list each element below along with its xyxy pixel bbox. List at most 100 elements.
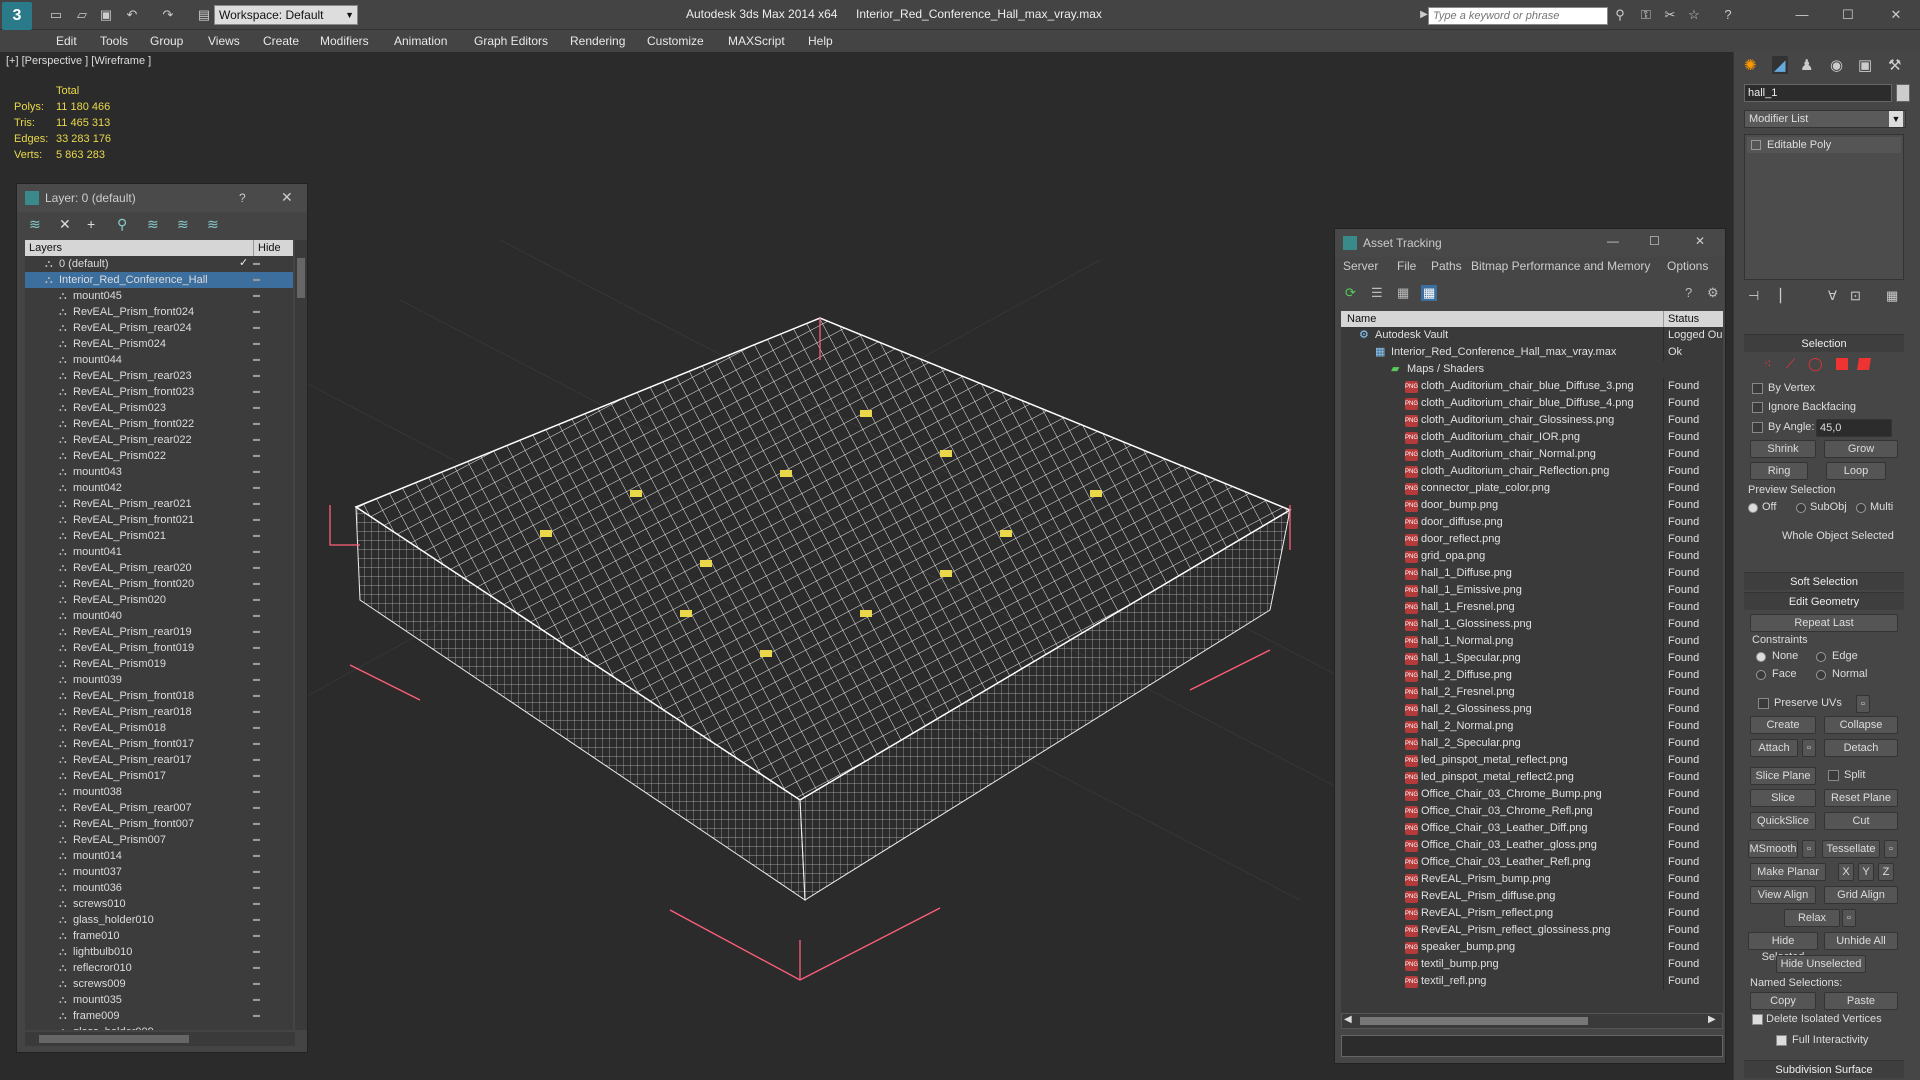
key-icon[interactable]: ⚿	[1638, 7, 1654, 23]
hide-toggle[interactable]: ▬	[253, 976, 260, 992]
subdivision-surface-rollout-header[interactable]: Subdivision Surface	[1744, 1060, 1904, 1078]
hide-toggle[interactable]: ▬	[253, 912, 260, 928]
layer-item[interactable]: ⛬ mount041 ▬	[25, 544, 293, 560]
preview-subobj-radio[interactable]	[1796, 503, 1806, 513]
utilities-tab-icon[interactable]: ⚒	[1888, 56, 1901, 74]
msmooth-button[interactable]: MSmooth	[1748, 840, 1798, 858]
hide-toggle[interactable]: ▬	[253, 352, 260, 368]
element-mode-icon[interactable]	[1856, 358, 1872, 370]
asset-row[interactable]: PNG door_diffuse.png Found	[1341, 514, 1723, 531]
detach-button[interactable]: Detach	[1824, 739, 1898, 757]
binoculars-icon[interactable]: ⚲	[1612, 7, 1628, 23]
layer-item[interactable]: ⛬ RevEAL_Prism_front020 ▬	[25, 576, 293, 592]
hide-toggle[interactable]: ▬	[253, 432, 260, 448]
layer-item[interactable]: ⛬ lightbulb010 ▬	[25, 944, 293, 960]
paste-button[interactable]: Paste	[1824, 992, 1898, 1010]
hide-toggle[interactable]: ▬	[253, 544, 260, 560]
layer-item[interactable]: ⛬ RevEAL_Prism_front018 ▬	[25, 688, 293, 704]
asset-row[interactable]: PNG grid_opa.png Found	[1341, 548, 1723, 565]
display-tab-icon[interactable]: ▣	[1858, 56, 1872, 74]
highlight-layer-icon[interactable]: ≋	[147, 216, 159, 233]
hide-toggle[interactable]: ▬	[253, 592, 260, 608]
modifier-stack-item[interactable]: Editable Poly	[1747, 137, 1901, 153]
asset-row[interactable]: PNG Office_Chair_03_Leather_Diff.png Found	[1341, 820, 1723, 837]
layer-item[interactable]: ⛬ RevEAL_Prism022 ▬	[25, 448, 293, 464]
hide-toggle[interactable]: ▬	[253, 752, 260, 768]
constraint-face-radio[interactable]	[1756, 670, 1766, 680]
minimize-icon[interactable]: —	[1794, 7, 1810, 23]
layer-item[interactable]: ⛬ RevEAL_Prism019 ▬	[25, 656, 293, 672]
slice-plane-button[interactable]: Slice Plane	[1750, 767, 1816, 785]
menu-group[interactable]: Group	[150, 34, 183, 48]
layer-item[interactable]: ⛬ RevEAL_Prism020 ▬	[25, 592, 293, 608]
layer-item[interactable]: ⛬ RevEAL_Prism_front023 ▬	[25, 384, 293, 400]
col-layers[interactable]: Layers	[29, 240, 62, 256]
col-name[interactable]: Name	[1347, 311, 1376, 327]
refresh-icon[interactable]: ⟳	[1345, 285, 1356, 301]
layer-item[interactable]: ⛬ mount039 ▬	[25, 672, 293, 688]
hide-toggle[interactable]: ▬	[253, 288, 260, 304]
scroll-left-icon[interactable]: ◀	[1344, 1014, 1352, 1025]
make-unique-icon[interactable]: ∀	[1828, 288, 1837, 304]
layer-item[interactable]: ⛬ screws009 ▬	[25, 976, 293, 992]
hide-toggle[interactable]: ▬	[253, 960, 260, 976]
motion-tab-icon[interactable]: ◉	[1830, 56, 1843, 74]
planar-z-button[interactable]: Z	[1878, 863, 1894, 881]
layer-close-icon[interactable]: ✕	[281, 189, 293, 206]
new-file-icon[interactable]: ▭	[48, 7, 64, 23]
layer-item[interactable]: ⛬ RevEAL_Prism018 ▬	[25, 720, 293, 736]
quickslice-button[interactable]: QuickSlice	[1750, 812, 1816, 830]
hide-toggle[interactable]: ▬	[253, 768, 260, 784]
unhide-all-button[interactable]: Unhide All	[1824, 932, 1898, 950]
pin-stack-icon[interactable]: ⊣	[1748, 288, 1759, 304]
hide-toggle[interactable]: ▬	[253, 864, 260, 880]
asset-minimize-icon[interactable]: —	[1607, 234, 1619, 248]
layer-item[interactable]: ⛬ RevEAL_Prism_front024 ▬	[25, 304, 293, 320]
col-hide[interactable]: Hide	[253, 240, 281, 256]
layer-row-active[interactable]: ⛬ Interior_Red_Conference_Hall ▬	[25, 272, 293, 288]
asset-hscroll-thumb[interactable]	[1360, 1017, 1588, 1025]
layer-item[interactable]: ⛬ RevEAL_Prism017 ▬	[25, 768, 293, 784]
asset-row[interactable]: PNG hall_2_Diffuse.png Found	[1341, 667, 1723, 684]
planar-y-button[interactable]: Y	[1858, 863, 1874, 881]
asset-row-vault[interactable]: ⚙ Autodesk Vault Logged Ou	[1341, 327, 1723, 344]
asset-row[interactable]: PNG speaker_bump.png Found	[1341, 939, 1723, 956]
polygon-mode-icon[interactable]	[1836, 358, 1848, 370]
hide-toggle[interactable]: ▬	[253, 1008, 260, 1024]
layer-vscroll-thumb[interactable]	[297, 258, 305, 298]
asset-row[interactable]: PNG textil_bump.png Found	[1341, 956, 1723, 973]
asset-path-field[interactable]	[1341, 1035, 1723, 1057]
hide-toggle[interactable]: ▬	[253, 368, 260, 384]
asset-close-icon[interactable]: ✕	[1695, 234, 1705, 248]
cut-button[interactable]: Cut	[1824, 812, 1898, 830]
object-color-swatch[interactable]	[1896, 84, 1910, 102]
selection-rollout-header[interactable]: Selection	[1744, 334, 1904, 352]
asset-row[interactable]: PNG door_reflect.png Found	[1341, 531, 1723, 548]
table-view-icon[interactable]: ▦	[1421, 285, 1438, 301]
hide-toggle[interactable]: ▬	[253, 320, 260, 336]
layer-item[interactable]: ⛬ mount038 ▬	[25, 784, 293, 800]
hide-toggle[interactable]: ▬	[253, 464, 260, 480]
open-file-icon[interactable]: ▱	[74, 7, 90, 23]
undo-icon[interactable]: ↶	[124, 7, 140, 23]
list-view-icon[interactable]: ☰	[1371, 285, 1383, 301]
hide-toggle[interactable]: ▬	[253, 1024, 260, 1030]
angle-spinner[interactable]: 45,0	[1816, 419, 1892, 437]
hide-toggle[interactable]: ▬	[253, 608, 260, 624]
layer-item[interactable]: ⛬ RevEAL_Prism_front017 ▬	[25, 736, 293, 752]
hide-toggle[interactable]: ▬	[253, 736, 260, 752]
layer-item[interactable]: ⛬ RevEAL_Prism_rear018 ▬	[25, 704, 293, 720]
freeze-all-icon[interactable]: ≋	[207, 216, 219, 233]
hide-toggle[interactable]: ▬	[253, 512, 260, 528]
hide-toggle[interactable]: ▬	[253, 928, 260, 944]
asset-panel-titlebar[interactable]: Asset Tracking — ☐ ✕	[1335, 229, 1725, 257]
remove-modifier-icon[interactable]: ⊡	[1850, 288, 1861, 304]
asset-maximize-icon[interactable]: ☐	[1649, 234, 1660, 248]
create-button[interactable]: Create	[1750, 716, 1816, 734]
hide-toggle[interactable]: ▬	[253, 832, 260, 848]
menu-animation[interactable]: Animation	[394, 34, 447, 48]
tessellate-settings-button[interactable]: ▫	[1884, 840, 1898, 858]
asset-row[interactable]: PNG cloth_Auditorium_chair_Glossiness.png…	[1341, 412, 1723, 429]
view-align-button[interactable]: View Align	[1750, 886, 1816, 904]
layer-item[interactable]: ⛬ screws010 ▬	[25, 896, 293, 912]
